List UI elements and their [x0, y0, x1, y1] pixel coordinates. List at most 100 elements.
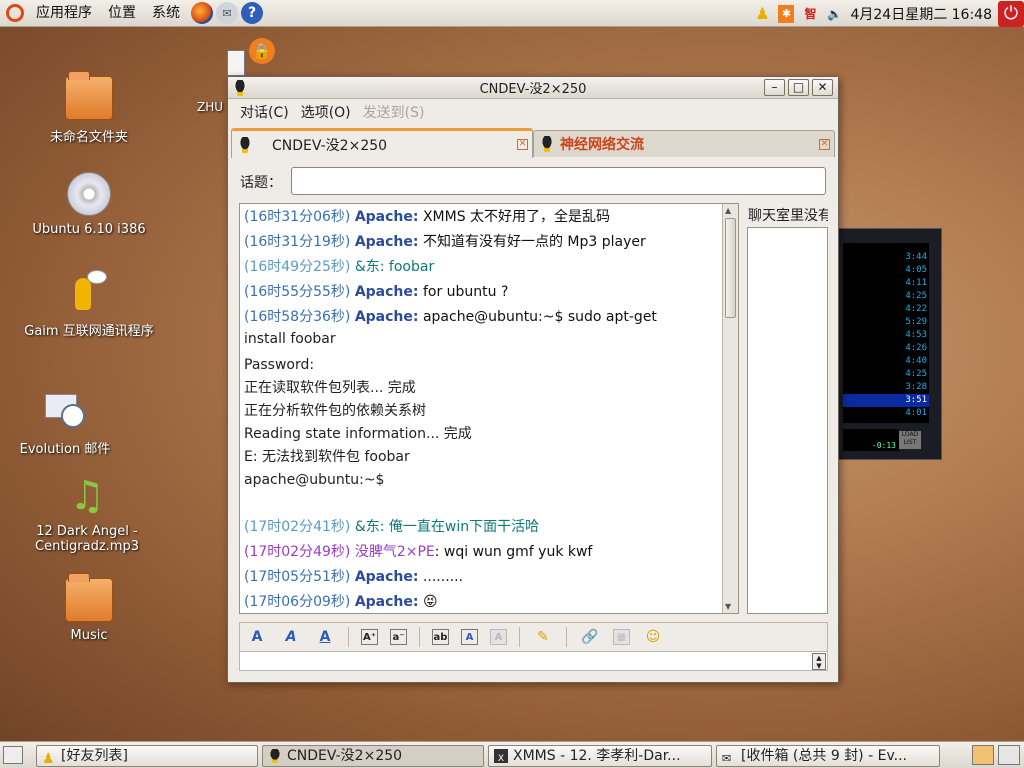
font-underline-icon[interactable]: A [314, 627, 336, 647]
maximize-button[interactable]: □ [788, 79, 809, 96]
message-text: XMMS 太不好用了，全是乱码 [422, 209, 611, 225]
xmms-load-list-button[interactable]: LOAD LIST [899, 431, 921, 449]
xmms-track-time[interactable]: 4:01 [843, 407, 929, 420]
desktop-icon-gaim[interactable]: Gaim 互联网通讯程序 [14, 270, 164, 339]
gaim-icon: ♟ [42, 751, 55, 767]
folder-icon [65, 71, 113, 120]
message-blank [244, 492, 719, 516]
desktop-icon-label: Gaim 互联网通讯程序 [24, 324, 154, 339]
mail-launcher-icon[interactable]: ✉ [216, 2, 238, 24]
font-larger-icon[interactable]: A⁺ [361, 629, 378, 645]
message-history[interactable]: (16时31分06秒) Apache: XMMS 太不好用了，全是乱码 (16时… [239, 203, 739, 614]
gaim-icon [69, 270, 109, 314]
chat-window[interactable]: CNDEV-没2×250 – □ ✕ 对话(C) 选项(O) 发送到(S) CN… [227, 76, 839, 683]
font-bold-icon[interactable]: A [246, 627, 268, 647]
xmms-playlist[interactable]: 3:44 4:05 4:11 4:25 4:22 5:29 4:53 4:26 … [843, 243, 929, 423]
menu-applications[interactable]: 应用程序 [28, 0, 100, 27]
xmms-track-time[interactable]: 5:29 [843, 316, 929, 329]
background-color-icon: A [490, 629, 507, 645]
workspace-1-button[interactable] [972, 745, 994, 765]
desktop-icon-label: ZHU [197, 100, 224, 114]
desktop-icon-music[interactable]: Music [14, 573, 164, 643]
topic-input[interactable] [291, 167, 826, 195]
xmms-track-time[interactable]: 4:22 [843, 303, 929, 316]
toolbar-separator [566, 627, 567, 647]
message-sender: 没脾气2×PE [354, 544, 435, 560]
help-launcher-icon[interactable]: ? [241, 2, 263, 24]
message-text: foobar [388, 259, 435, 275]
task-xmms[interactable]: X XMMS - 12. 李孝利-Dar... [488, 745, 712, 767]
insert-link-icon[interactable]: 🔗 [579, 627, 601, 647]
desktop-icon-mp3[interactable]: ♫ 12 Dark Angel - Centigradz.mp3 [12, 474, 162, 554]
firefox-launcher-icon[interactable] [191, 2, 213, 24]
insert-image-icon: ▦ [613, 629, 630, 645]
menu-conversation[interactable]: 对话(C) [234, 102, 295, 122]
power-button-icon[interactable]: ⏻ [998, 0, 1024, 27]
show-desktop-button[interactable] [3, 746, 23, 764]
document-icon[interactable] [227, 50, 245, 76]
xmms-playlist-window[interactable]: 3:44 4:05 4:11 4:25 4:22 5:29 4:53 4:26 … [838, 228, 942, 460]
message-timestamp: (17时05分51秒) [244, 569, 351, 585]
input-method-icon[interactable]: 智 [802, 5, 818, 23]
members-list[interactable] [747, 227, 828, 614]
message-timestamp: (17时02分41秒) [244, 519, 351, 535]
xmms-track-time[interactable]: 4:25 [843, 368, 929, 381]
xmms-track-time-selected[interactable]: 3:51 [843, 394, 929, 407]
message-text: 俺一直在win下面干活哈 [388, 519, 540, 535]
desktop-icon-untitled-folder[interactable]: 未命名文件夹 [14, 71, 164, 145]
xmms-track-time[interactable]: 3:44 [843, 251, 929, 264]
smiley-icon[interactable]: ☺ [642, 627, 664, 647]
clock[interactable]: 4月24日星期二 16:48 [850, 4, 992, 24]
mail-icon: ✉ [722, 752, 732, 765]
font-face-icon[interactable]: ab [432, 629, 449, 645]
message-line: Reading state information... 完成 [244, 426, 472, 442]
task-chat-window[interactable]: CNDEV-没2×250 [262, 745, 484, 767]
font-italic-icon[interactable]: A [280, 627, 302, 647]
xmms-track-time[interactable]: 4:26 [843, 342, 929, 355]
message-text: 不知道有没有好一点的 Mp3 player [422, 234, 646, 250]
tab-close-icon[interactable]: ✕ [517, 139, 528, 150]
toolbar-separator [519, 627, 520, 647]
tab-cndev[interactable]: CNDEV-没2×250 ✕ [231, 128, 533, 158]
message-text: ......... [422, 569, 464, 585]
minimize-button[interactable]: – [764, 79, 785, 96]
task-buddy-list[interactable]: ♟ [好友列表] [36, 745, 258, 767]
message: (17时06分09秒) Apache: 😝 [244, 591, 719, 613]
message-scrollbar[interactable]: ▲ ▼ [722, 204, 738, 613]
menu-options[interactable]: 选项(O) [295, 102, 357, 122]
desktop-icon-ubuntu-cd[interactable]: Ubuntu 6.10 i386 [14, 172, 164, 237]
task-evolution[interactable]: ✉ [收件箱 (总共 9 封) - Ev... [716, 745, 940, 767]
tab-close-icon[interactable]: ✕ [819, 139, 830, 150]
font-smaller-icon[interactable]: a⁻ [390, 629, 407, 645]
workspace-2-button[interactable] [998, 745, 1020, 765]
compose-input[interactable] [239, 651, 828, 671]
volume-icon[interactable]: 🔈 [826, 5, 842, 23]
clear-format-icon[interactable]: ✎ [532, 627, 554, 647]
xmms-track-time[interactable]: 4:25 [843, 290, 929, 303]
ubuntu-logo-icon[interactable] [6, 4, 24, 22]
menu-system[interactable]: 系统 [144, 0, 188, 27]
xmms-track-time[interactable]: 4:11 [843, 277, 929, 290]
scroll-up-icon[interactable]: ▲ [725, 206, 731, 215]
evolution-icon [43, 388, 87, 432]
text-color-icon[interactable]: A [461, 629, 478, 645]
xmms-track-time[interactable]: 4:05 [843, 264, 929, 277]
menu-places[interactable]: 位置 [100, 0, 144, 27]
update-tray-icon[interactable]: ✱ [778, 4, 795, 23]
scrollbar-thumb[interactable] [725, 218, 736, 318]
task-label: XMMS - 12. 李孝利-Dar... [513, 748, 681, 764]
xmms-track-time[interactable]: 3:28 [843, 381, 929, 394]
gaim-tray-icon[interactable]: ♟ [754, 4, 770, 23]
xmms-track-time[interactable]: 4:53 [843, 329, 929, 342]
task-label: CNDEV-没2×250 [287, 748, 403, 764]
bottom-panel: ♟ [好友列表] CNDEV-没2×250 X XMMS - 12. 李孝利-D… [0, 741, 1024, 768]
desktop-icon-evolution[interactable]: Evolution 邮件 [0, 388, 140, 457]
xmms-track-time[interactable]: 4:40 [843, 355, 929, 368]
tab-neural-network[interactable]: 神经网络交流 ✕ [533, 130, 835, 157]
top-panel: 应用程序 位置 系统 ✉ ? ♟ ✱ 智 🔈 4月24日星期二 16:48 ⏻ [0, 0, 1024, 27]
window-title: CNDEV-没2×250 [479, 82, 587, 97]
close-button[interactable]: ✕ [812, 79, 833, 96]
scroll-down-icon[interactable]: ▼ [725, 602, 731, 611]
compose-resize-stepper[interactable]: ▲ ▼ [812, 653, 826, 670]
window-titlebar[interactable]: CNDEV-没2×250 – □ ✕ [228, 77, 838, 99]
